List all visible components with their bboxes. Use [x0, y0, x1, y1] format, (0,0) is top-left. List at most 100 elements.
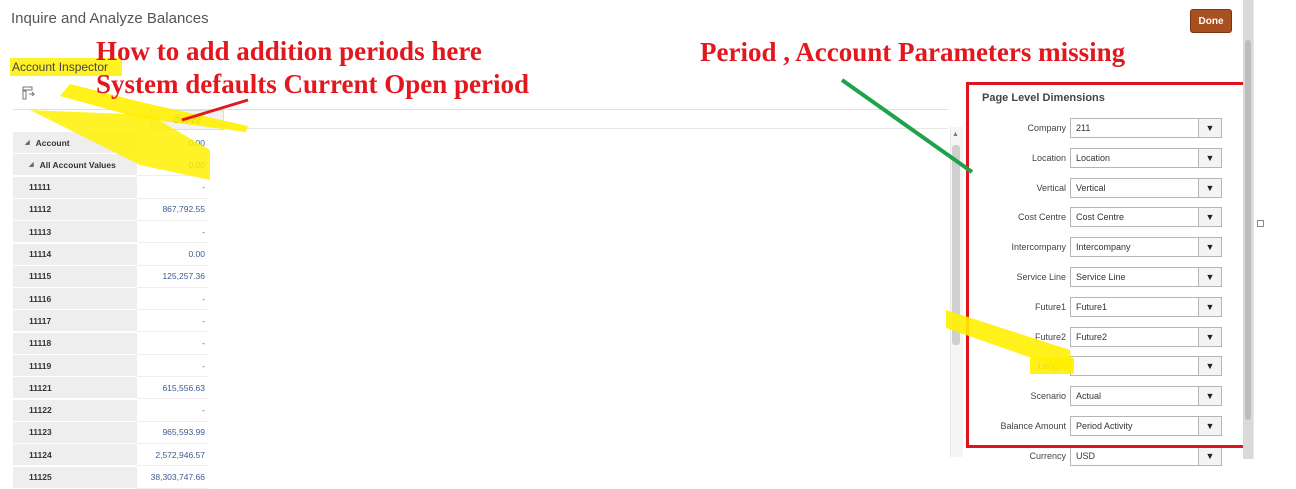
- dimension-select[interactable]: Service Line ▼: [1070, 267, 1222, 287]
- dimension-select[interactable]: 211 ▼: [1070, 118, 1222, 138]
- dimension-value: Intercompany: [1076, 242, 1131, 253]
- dimension-label: Balance Amount: [1000, 421, 1066, 431]
- dropdown-arrow-icon[interactable]: ▼: [1198, 387, 1221, 406]
- table-row[interactable]: 11118 -: [13, 332, 209, 355]
- table-row[interactable]: 11112 867,792.55: [13, 198, 209, 221]
- dropdown-arrow-icon[interactable]: ▼: [1198, 297, 1221, 316]
- dropdown-arrow-icon[interactable]: ▼: [1198, 148, 1221, 167]
- dimension-select[interactable]: USD ▼: [1070, 445, 1222, 466]
- row-value[interactable]: 0.00: [137, 154, 209, 177]
- row-label-text: 11114: [29, 249, 52, 259]
- dropdown-arrow-icon[interactable]: ▼: [1198, 238, 1221, 257]
- dimension-label: Service Line: [1016, 272, 1066, 282]
- row-label: 11113: [13, 221, 137, 244]
- row-value[interactable]: 38,303,747.66: [137, 467, 209, 489]
- dropdown-arrow-icon[interactable]: ▼: [1198, 327, 1221, 346]
- table-row[interactable]: 11111 -: [13, 176, 209, 199]
- row-label-text: 11117: [29, 315, 52, 326]
- dimension-label: Future2: [1034, 331, 1066, 342]
- table-row[interactable]: 11115 125,257.36: [13, 265, 209, 288]
- row-value[interactable]: -: [137, 177, 209, 199]
- row-label-text: 11125: [29, 472, 52, 482]
- dropdown-arrow-icon[interactable]: ▼: [1198, 417, 1221, 435]
- table-row[interactable]: 11117 -: [13, 310, 209, 333]
- resize-handle[interactable]: [1257, 220, 1264, 227]
- dimension-label: Scenario: [1030, 391, 1066, 402]
- table-row[interactable]: 11123 965,593.99: [13, 421, 209, 444]
- table-row[interactable]: 11113 -: [13, 221, 209, 244]
- row-label: 11125: [13, 466, 137, 489]
- table-row[interactable]: 11114 0.00: [13, 243, 209, 266]
- annotation-line-1: How to add addition periods here: [96, 36, 482, 66]
- page-title: Inquire and Analyze Balances: [11, 10, 209, 27]
- table-row[interactable]: 11121 615,556.63: [13, 377, 209, 400]
- row-value[interactable]: -: [137, 400, 209, 422]
- dropdown-arrow-icon[interactable]: ▼: [1198, 357, 1221, 376]
- table-row[interactable]: 11119 -: [13, 355, 209, 377]
- dimension-value: Actual: [1076, 391, 1102, 402]
- window-edge: [1253, 0, 1296, 459]
- dropdown-arrow-icon[interactable]: ▼: [1198, 178, 1221, 197]
- dimension-row: Location Location ▼: [966, 147, 1226, 170]
- row-label: 11123: [13, 421, 137, 444]
- row-value[interactable]: 615,556.63: [137, 377, 209, 400]
- dimension-select[interactable]: Vertical ▼: [1070, 177, 1222, 198]
- dimension-select[interactable]: Future1 ▼: [1070, 296, 1222, 317]
- dimension-label: Location: [1031, 152, 1066, 163]
- row-value[interactable]: 125,257.36: [137, 266, 209, 288]
- row-value[interactable]: -: [137, 221, 209, 244]
- dimension-select[interactable]: Actual ▼: [1070, 386, 1222, 407]
- table-row[interactable]: 11125 38,303,747.66: [13, 466, 209, 489]
- table-row[interactable]: 11122 -: [13, 399, 209, 422]
- row-value[interactable]: -: [137, 288, 209, 311]
- dimension-row: Future2 Future2 ▼: [966, 326, 1226, 349]
- row-value[interactable]: -: [137, 355, 209, 377]
- dimension-label: Cost Centre: [1017, 212, 1066, 223]
- collapse-triangle-icon[interactable]: ◢: [25, 139, 30, 146]
- row-value[interactable]: -: [137, 333, 209, 355]
- dimension-row: Balance Amount Period Activity ▼: [966, 416, 1226, 438]
- dropdown-arrow-icon[interactable]: ▼: [1198, 119, 1221, 137]
- row-value[interactable]: 0.00: [137, 132, 209, 154]
- dimension-select[interactable]: ▼: [1070, 356, 1222, 377]
- row-value[interactable]: 965,593.99: [137, 422, 209, 444]
- done-button[interactable]: Done: [1190, 9, 1232, 33]
- dropdown-arrow-icon[interactable]: ▼: [1198, 446, 1221, 465]
- dimension-value: 211: [1076, 123, 1091, 133]
- dimension-select[interactable]: Cost Centre ▼: [1070, 207, 1222, 228]
- row-value[interactable]: -: [137, 310, 209, 333]
- collapse-triangle-icon[interactable]: ◢: [29, 161, 34, 168]
- dimension-row: Scenario Actual ▼: [966, 386, 1226, 408]
- annotation-line-3: Period , Account Parameters missing: [700, 37, 1126, 67]
- dropdown-arrow-icon[interactable]: ▼: [1198, 208, 1221, 227]
- row-label-text: Account: [35, 137, 70, 148]
- balances-grid: Oct-22 ◢ Account 0.00 ◢ All Account Values 0.…: [13, 109, 948, 489]
- pivot-icon[interactable]: [22, 86, 36, 100]
- row-label-text: 11123: [29, 427, 52, 438]
- account-inspector-label: Account Inspector: [12, 60, 109, 74]
- grid-scrollbar-thumb[interactable]: [952, 145, 960, 345]
- dimension-label: Future1: [1034, 301, 1066, 312]
- row-value[interactable]: 867,792.55: [137, 199, 209, 221]
- dimension-select[interactable]: Future2 ▼: [1070, 326, 1222, 347]
- dropdown-arrow-icon[interactable]: ▼: [1198, 268, 1221, 286]
- row-value[interactable]: 0.00: [137, 244, 209, 266]
- table-row[interactable]: ◢ Account 0.00: [13, 132, 209, 154]
- dimension-select[interactable]: Location ▼: [1070, 147, 1222, 168]
- row-label-text: 11122: [29, 405, 52, 416]
- table-row[interactable]: 11124 2,572,946.57: [13, 444, 209, 467]
- page-scrollbar-thumb[interactable]: [1245, 40, 1251, 420]
- row-value[interactable]: 2,572,946.57: [137, 444, 209, 467]
- row-label: ◢ All Account Values: [13, 154, 137, 177]
- table-row[interactable]: ◢ All Account Values 0.00: [13, 154, 209, 177]
- scroll-up-icon[interactable]: ▲: [952, 131, 959, 138]
- table-row[interactable]: 11116 -: [13, 288, 209, 311]
- row-label: 11122: [13, 399, 137, 422]
- row-label: 11116: [13, 288, 137, 311]
- dimension-select[interactable]: Intercompany ▼: [1070, 237, 1222, 258]
- row-label-text: 11119: [29, 360, 52, 371]
- dimension-value: USD: [1076, 450, 1096, 461]
- dimension-select[interactable]: Period Activity ▼: [1070, 416, 1222, 436]
- row-label-text: 11121: [29, 382, 52, 393]
- period-column-header[interactable]: Oct-22: [150, 110, 224, 130]
